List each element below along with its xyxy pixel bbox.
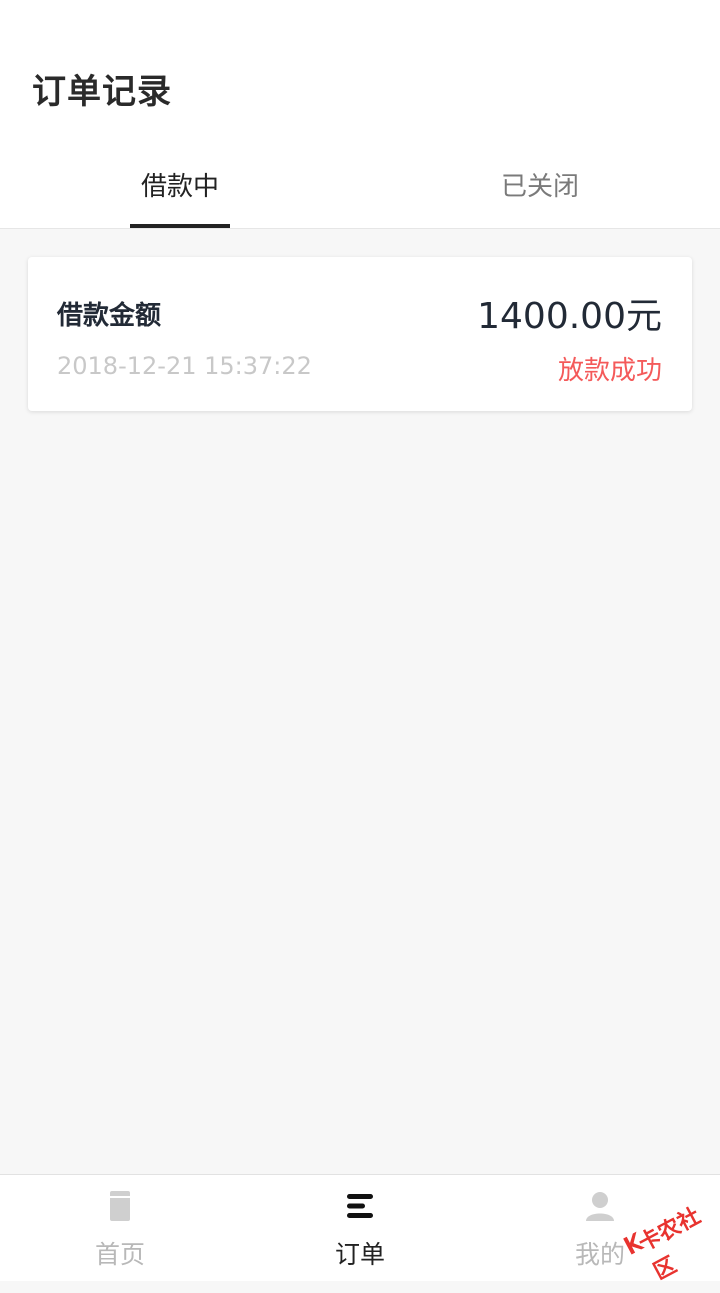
- order-card[interactable]: 借款金额 1400.00元 2018-12-21 15:37:22 放款成功: [28, 257, 692, 411]
- tabbar-orders[interactable]: 订单: [240, 1175, 480, 1281]
- tab-closed[interactable]: 已关闭: [360, 150, 720, 228]
- tab-borrowing-label: 借款中: [140, 172, 219, 202]
- order-status: 放款成功: [557, 356, 662, 386]
- list-icon: [347, 1194, 373, 1218]
- tabbar-orders-label: 订单: [334, 1240, 385, 1269]
- user-icon: [586, 1192, 614, 1221]
- tab-closed-label: 已关闭: [500, 172, 579, 202]
- tabbar-home[interactable]: 首页: [0, 1175, 240, 1281]
- loan-amount-label: 借款金额: [57, 301, 162, 331]
- page-title: 订单记录: [32, 72, 172, 112]
- bottom-tabbar: 首页 订单 我的: [0, 1174, 720, 1281]
- tabbar-home-label: 首页: [94, 1240, 145, 1269]
- home-document-icon: [110, 1191, 130, 1221]
- active-tab-indicator: [130, 224, 230, 228]
- tab-borrowing[interactable]: 借款中: [0, 150, 360, 228]
- header: 订单记录 借款中 已关闭: [0, 0, 720, 229]
- order-datetime: 2018-12-21 15:37:22: [57, 352, 312, 380]
- loan-amount-value: 1400.00元: [477, 296, 662, 337]
- order-tabs: 借款中 已关闭: [0, 150, 720, 228]
